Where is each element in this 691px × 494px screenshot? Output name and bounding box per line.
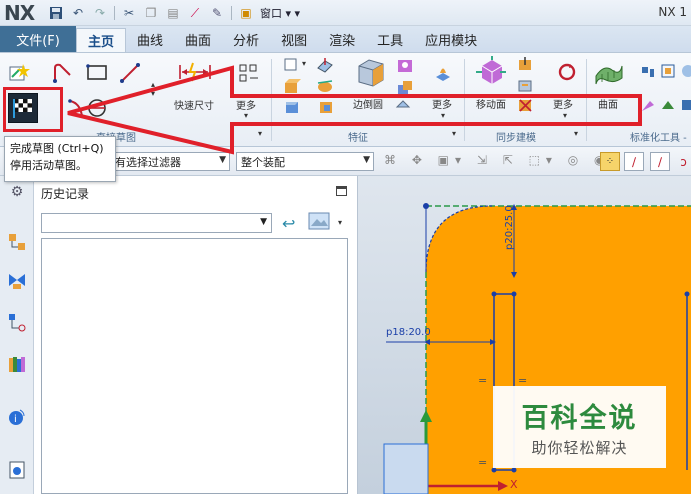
tooltip-title: 完成草图 (Ctrl+Q) xyxy=(10,142,104,155)
tooltip-description: 停用活动草图。 xyxy=(10,159,87,172)
nx-window: NX ↶ ↷ ✂ ❐ ▤ ⟋ ✎ ▣ 窗口 ▾ ▾ NX 1 文件(F) 主页 … xyxy=(0,0,691,494)
annotation-arrow xyxy=(67,65,642,155)
finish-sketch-tooltip: 完成草图 (Ctrl+Q) 停用活动草图。 xyxy=(4,136,116,182)
